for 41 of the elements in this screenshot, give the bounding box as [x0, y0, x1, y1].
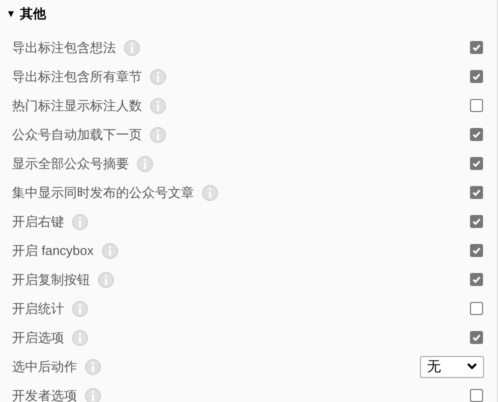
info-icon — [124, 40, 140, 56]
info-icon — [72, 214, 88, 230]
setting-label: 公众号自动加载下一页 — [12, 126, 142, 144]
checkbox[interactable] — [470, 41, 483, 54]
checkbox[interactable] — [470, 244, 483, 257]
checkbox[interactable] — [470, 273, 483, 286]
checkbox[interactable] — [470, 157, 483, 170]
info-icon — [137, 156, 153, 172]
setting-label: 显示全部公众号摘要 — [12, 154, 129, 173]
info-icon — [98, 272, 114, 288]
checkbox[interactable] — [470, 389, 483, 402]
collapse-toggle[interactable]: ▼ — [6, 6, 16, 22]
setting-label: 开启右键 — [12, 212, 64, 231]
setting-label: 开启统计 — [12, 300, 64, 318]
select-dropdown[interactable]: 无 — [420, 356, 484, 378]
checkbox[interactable] — [470, 215, 483, 228]
checkbox[interactable] — [470, 302, 483, 315]
chevron-down-icon — [467, 363, 477, 370]
setting-label: 集中显示同时发布的公众号文章 — [12, 184, 194, 202]
info-icon — [150, 98, 166, 114]
checkbox[interactable] — [470, 70, 483, 83]
checkbox[interactable] — [470, 99, 483, 112]
info-icon — [150, 68, 166, 84]
info-icon — [150, 126, 166, 142]
setting-label: 导出标注包含所有章节 — [12, 68, 142, 86]
checkbox[interactable] — [470, 331, 483, 344]
info-icon — [102, 242, 118, 258]
setting-label: 开启复制按钮 — [12, 270, 90, 289]
setting-label: 热门标注显示标注人数 — [12, 96, 142, 115]
checkbox[interactable] — [470, 128, 483, 141]
info-icon — [72, 300, 88, 316]
section-title: 其他 — [20, 5, 46, 24]
setting-label: 导出标注包含想法 — [12, 38, 116, 57]
info-icon — [72, 330, 88, 346]
setting-label: 开启 fancybox — [12, 242, 94, 260]
setting-label: 选中后动作 — [12, 358, 77, 376]
checkbox[interactable] — [470, 186, 483, 199]
info-icon — [85, 358, 101, 374]
setting-label: 开发者选项 — [12, 386, 77, 402]
setting-label: 开启选项 — [12, 328, 64, 347]
info-icon — [202, 184, 218, 200]
